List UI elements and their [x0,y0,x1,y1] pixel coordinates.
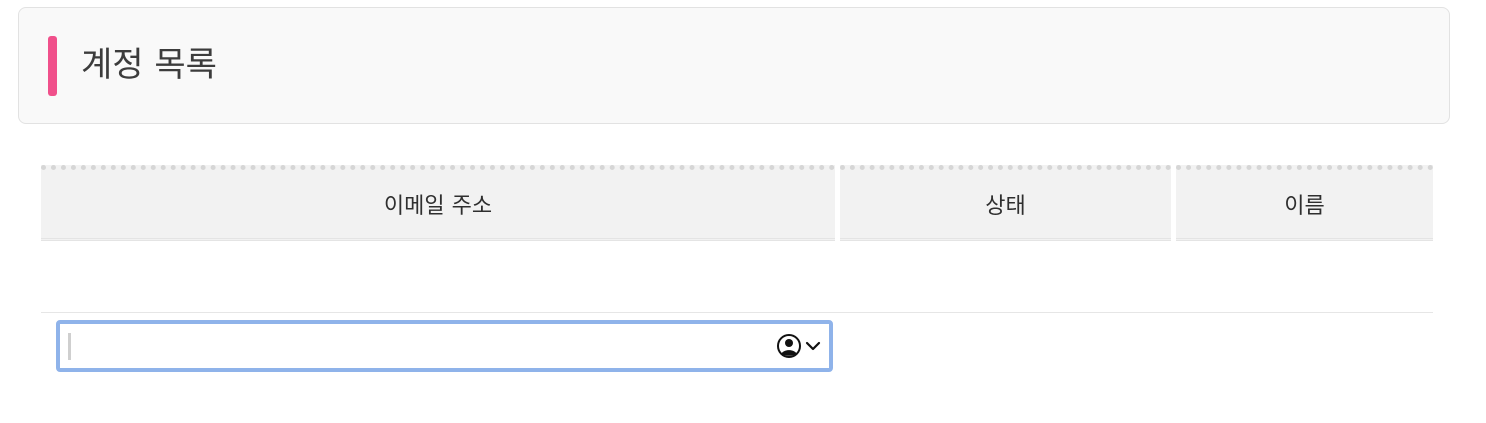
chevron-down-icon [805,341,821,351]
email-input[interactable] [70,330,750,362]
page-title: 계정 목록 [81,45,217,85]
column-header-status[interactable]: 상태 [840,165,1171,241]
column-divider [835,241,840,313]
column-divider [1171,241,1176,313]
account-list-page: 계정 목록 이메일 주소 상태 이름 [0,0,1486,423]
title-panel: 계정 목록 [18,7,1450,124]
person-circle-icon [777,334,801,358]
column-header-name[interactable]: 이름 [1176,165,1433,241]
empty-row-divider [41,312,1433,313]
autofill-button[interactable] [771,332,821,360]
column-header-email[interactable]: 이메일 주소 [41,165,835,241]
title-accent-bar [48,36,57,96]
email-input-wrapper[interactable] [56,320,833,372]
